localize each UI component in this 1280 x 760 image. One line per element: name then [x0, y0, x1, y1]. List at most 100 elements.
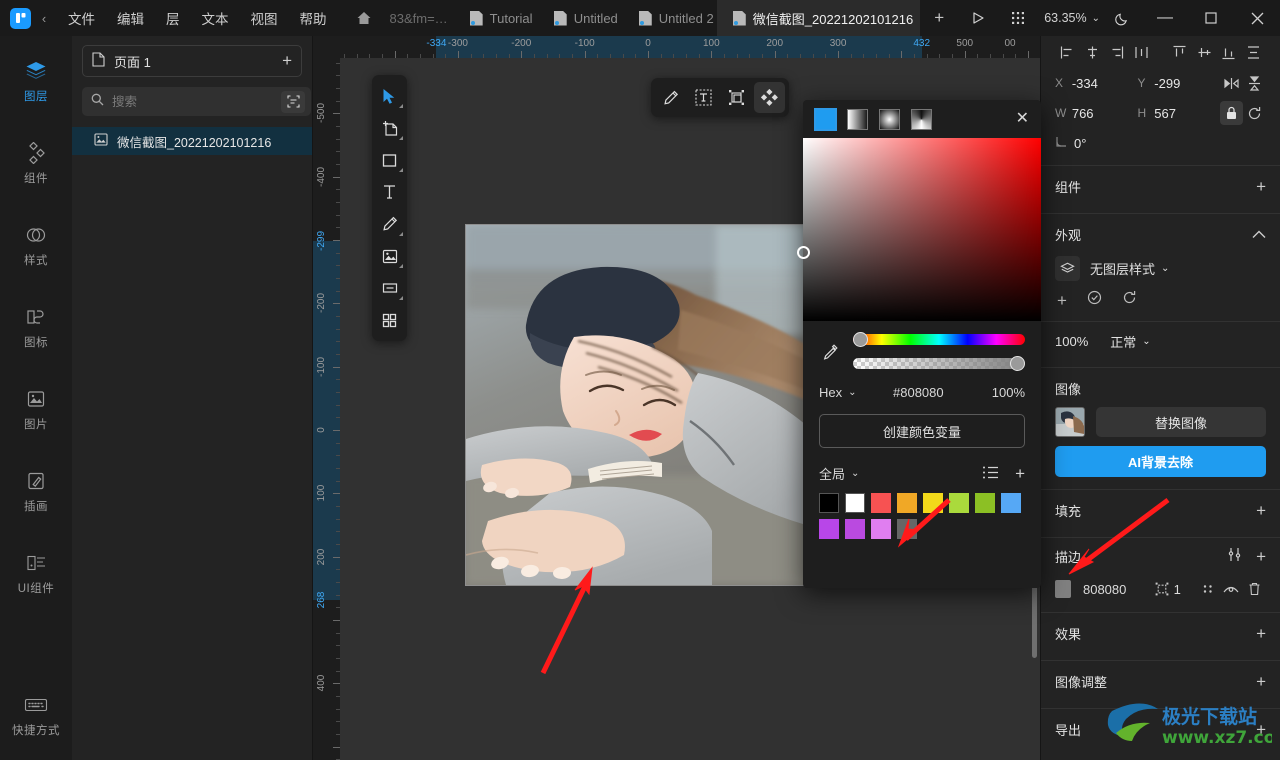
sidebar-item-illustration[interactable]: 插画: [0, 460, 72, 520]
zoom-level-control[interactable]: 63.35% ⌄: [1038, 11, 1102, 25]
ai-remove-background-button[interactable]: AI背景去除: [1055, 446, 1266, 477]
palette-color-0[interactable]: [819, 493, 839, 513]
palette-color-10[interactable]: [871, 519, 891, 539]
menu-edit[interactable]: 编辑: [106, 0, 155, 36]
palette-color-6[interactable]: [975, 493, 995, 513]
distribute-v-icon[interactable]: [1241, 39, 1266, 65]
palette-color-8[interactable]: [819, 519, 839, 539]
x-value[interactable]: -334: [1072, 76, 1138, 91]
add-fill-button[interactable]: +: [1256, 502, 1266, 519]
add-component-button[interactable]: +: [1256, 178, 1266, 195]
stroke-color-hex[interactable]: 808080: [1083, 582, 1151, 597]
menu-help[interactable]: 帮助: [289, 0, 338, 36]
shortcut-button[interactable]: 快捷方式: [0, 684, 72, 744]
back-chevron-icon[interactable]: ‹: [31, 11, 57, 26]
stroke-width-value[interactable]: 1: [1174, 582, 1197, 597]
palette-color-9[interactable]: [845, 519, 865, 539]
sidebar-item-icons[interactable]: 图标: [0, 296, 72, 356]
tab-active-screenshot[interactable]: 微信截图_20221202101216 ✕: [716, 0, 921, 36]
stroke-position-icon[interactable]: [1151, 582, 1174, 596]
blend-mode-dropdown[interactable]: 正常 ⌄: [1110, 332, 1150, 351]
play-icon[interactable]: [958, 0, 998, 36]
palette-color-11[interactable]: [897, 519, 917, 539]
solid-fill-swatch[interactable]: [814, 107, 837, 131]
moon-icon[interactable]: [1102, 0, 1142, 36]
w-value[interactable]: 766: [1072, 106, 1138, 121]
palette-color-5[interactable]: [949, 493, 969, 513]
palette-color-4[interactable]: [923, 493, 943, 513]
close-window-button[interactable]: [1234, 0, 1280, 36]
layer-style-row[interactable]: 无图层样式 ⌄: [1041, 254, 1280, 281]
tab-untitled-2[interactable]: Untitled 2: [623, 0, 717, 36]
refresh-style-icon[interactable]: [1122, 290, 1137, 310]
color-picker-popup[interactable]: ✕ Hex ⌄ #808080 100% 创建颜色变量 全局 ⌄ +: [797, 100, 1041, 588]
sidebar-item-styles[interactable]: 样式: [0, 214, 72, 274]
align-right-icon[interactable]: [1104, 39, 1129, 65]
pen-tool[interactable]: [372, 208, 407, 240]
stroke-settings-icon[interactable]: [1227, 547, 1242, 565]
add-effect-button[interactable]: +: [1256, 625, 1266, 642]
replace-image-button[interactable]: 替换图像: [1096, 407, 1266, 437]
add-style-icon[interactable]: +: [1057, 292, 1067, 309]
search-box[interactable]: [82, 87, 311, 116]
hue-slider[interactable]: [853, 332, 1025, 347]
chevron-down-icon[interactable]: ⌄: [851, 468, 859, 479]
layer-style-name-dropdown[interactable]: 无图层样式 ⌄: [1090, 259, 1169, 278]
y-value[interactable]: -299: [1154, 76, 1220, 91]
palette-color-2[interactable]: [871, 493, 891, 513]
horizontal-ruler[interactable]: -300 -200 -100 0 100 200 300 500 -334 432 00: [340, 36, 1040, 58]
flip-vertical-icon[interactable]: [1243, 71, 1266, 95]
color-format-dropdown[interactable]: Hex ⌄: [819, 385, 893, 400]
reset-icon[interactable]: [1243, 101, 1266, 125]
palette-color-7[interactable]: [1001, 493, 1021, 513]
add-stroke-button[interactable]: +: [1256, 548, 1266, 565]
menu-text[interactable]: 文本: [191, 0, 240, 36]
alpha-slider-handle[interactable]: [1010, 356, 1025, 371]
sidebar-item-components[interactable]: 组件: [0, 132, 72, 192]
align-left-icon[interactable]: [1055, 39, 1080, 65]
close-icon[interactable]: ✕: [1016, 111, 1029, 127]
list-view-icon[interactable]: [983, 466, 999, 482]
sv-handle[interactable]: [797, 246, 810, 259]
list-item[interactable]: 微信截图_20221202101216: [72, 127, 312, 155]
section-stroke[interactable]: 描边 +: [1041, 538, 1280, 574]
sidebar-item-uikit[interactable]: UI组件: [0, 542, 72, 602]
search-input[interactable]: [112, 94, 273, 109]
home-icon[interactable]: [338, 10, 386, 26]
minimize-button[interactable]: —: [1142, 0, 1188, 36]
section-appearance[interactable]: 外观: [1041, 214, 1280, 254]
grid-apps-icon[interactable]: [998, 0, 1038, 36]
chevron-up-icon[interactable]: [1252, 227, 1266, 242]
palette-color-1[interactable]: [845, 493, 865, 513]
saturation-value-area[interactable]: [797, 138, 1041, 321]
align-center-v-icon[interactable]: [1192, 39, 1217, 65]
image-thumbnail[interactable]: [1055, 407, 1085, 437]
slice-tool[interactable]: [372, 272, 407, 304]
rectangle-tool[interactable]: [372, 144, 407, 176]
apply-style-icon[interactable]: [1087, 290, 1102, 310]
align-top-icon[interactable]: [1167, 39, 1192, 65]
stroke-dash-icon[interactable]: [1197, 582, 1220, 596]
h-value[interactable]: 567: [1154, 106, 1220, 121]
alpha-slider[interactable]: [853, 356, 1025, 371]
app-logo-icon[interactable]: [10, 7, 31, 29]
component-button[interactable]: [754, 82, 785, 113]
trash-icon[interactable]: [1243, 582, 1266, 596]
tab-untitled[interactable]: Untitled: [538, 0, 623, 36]
vertical-ruler[interactable]: -500 -400 -200 -100 0 100 200 400 -299 268: [313, 58, 340, 760]
new-tab-button[interactable]: +: [920, 0, 958, 36]
palette-scope-label[interactable]: 全局: [819, 464, 845, 483]
add-image-adjust-button[interactable]: +: [1256, 673, 1266, 690]
sidebar-item-images[interactable]: 图片: [0, 378, 72, 438]
eyedropper-icon[interactable]: [819, 343, 841, 361]
palette-color-3[interactable]: [897, 493, 917, 513]
lock-ratio-icon[interactable]: [1219, 101, 1243, 125]
plugin-tool[interactable]: [372, 304, 407, 336]
distribute-h-icon[interactable]: [1129, 39, 1154, 65]
move-tool[interactable]: [372, 80, 407, 112]
flip-horizontal-icon[interactable]: [1220, 71, 1243, 95]
section-components[interactable]: 组件 +: [1041, 166, 1280, 206]
opacity-value[interactable]: 100%: [979, 385, 1025, 400]
add-page-button[interactable]: +: [282, 51, 292, 71]
artboard-image[interactable]: [465, 224, 807, 586]
